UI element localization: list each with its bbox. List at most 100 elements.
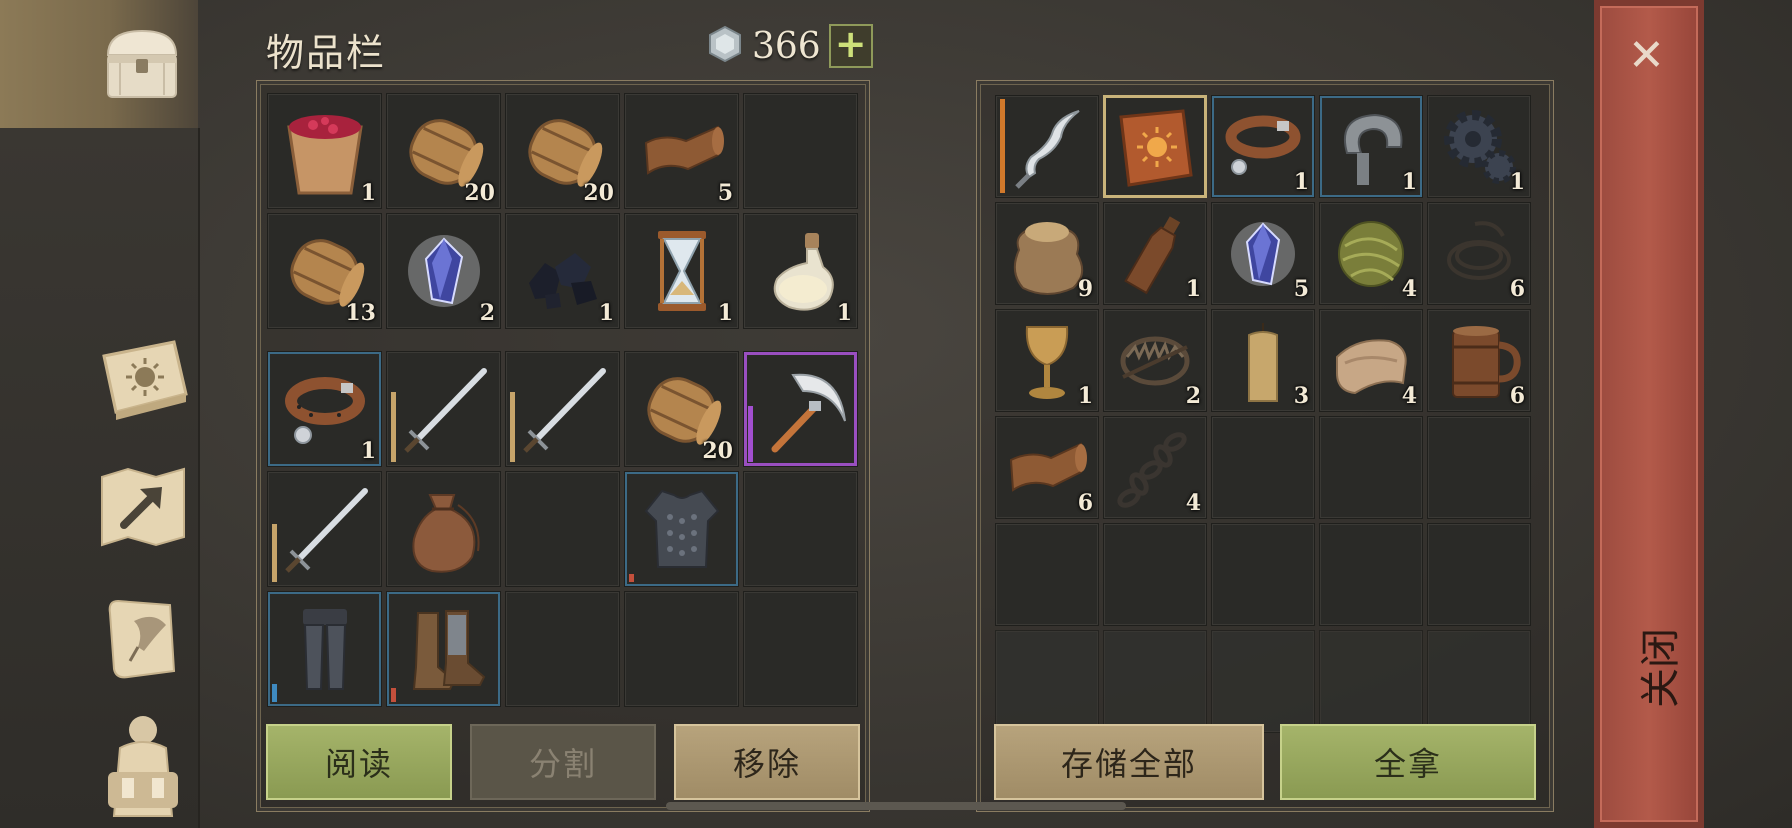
item-count: 1 xyxy=(1185,276,1201,302)
equipment-slot[interactable] xyxy=(267,591,382,707)
currency-display: 366 + xyxy=(706,24,873,68)
inventory-slot-empty[interactable] xyxy=(505,471,620,587)
item-count: 2 xyxy=(1185,383,1201,409)
equipment-slot[interactable] xyxy=(267,471,382,587)
container-slot[interactable] xyxy=(995,95,1099,198)
gem-coin-icon xyxy=(706,25,744,67)
item-count: 1 xyxy=(360,180,376,206)
currency-value: 366 xyxy=(752,25,821,67)
inventory-slot[interactable] xyxy=(386,471,501,587)
durability-bar xyxy=(1000,99,1005,193)
container-slot-empty[interactable] xyxy=(1319,416,1423,519)
container-slot[interactable]: 2 xyxy=(1103,309,1207,412)
add-currency-button[interactable]: + xyxy=(828,24,873,68)
item-count: 6 xyxy=(1077,490,1093,516)
container-slot-empty[interactable] xyxy=(1427,416,1531,519)
item-count: 1 xyxy=(1293,169,1309,195)
item-count: 1 xyxy=(717,300,733,326)
container-slot[interactable]: 4 xyxy=(1319,202,1423,305)
equipment-slot[interactable]: 1 xyxy=(267,351,382,467)
close-icon[interactable]: ✕ xyxy=(1628,30,1665,81)
item-count: 1 xyxy=(360,438,376,464)
item-count: 1 xyxy=(1401,169,1417,195)
close-label[interactable]: 关闭 xyxy=(1628,608,1686,708)
container-slot-empty[interactable] xyxy=(1211,630,1315,733)
potion-icon xyxy=(753,223,849,319)
container-grid: 1 1 1 9 1 5 4 6 1 2 3 4 6 6 4 xyxy=(995,95,1531,733)
remove-button[interactable]: 移除 xyxy=(674,724,860,800)
container-slot[interactable]: 6 xyxy=(995,416,1099,519)
item-count: 20 xyxy=(702,438,733,464)
inventory-slot[interactable]: 13 xyxy=(267,213,382,329)
container-slot[interactable]: 6 xyxy=(1427,309,1531,412)
container-slot[interactable]: 1 xyxy=(1211,95,1315,198)
equipment-slot[interactable] xyxy=(505,351,620,467)
equipment-slot[interactable] xyxy=(386,591,501,707)
inventory-slot[interactable]: 20 xyxy=(505,93,620,209)
container-slot-empty[interactable] xyxy=(1319,630,1423,733)
crystal-icon xyxy=(396,223,492,319)
collar-icon xyxy=(277,361,373,457)
inventory-slot-empty[interactable] xyxy=(505,591,620,707)
item-count: 9 xyxy=(1077,276,1093,302)
sun-book-icon xyxy=(1111,103,1199,191)
item-count: 2 xyxy=(479,300,495,326)
container-slot[interactable]: 4 xyxy=(1319,309,1423,412)
container-slot[interactable]: 1 xyxy=(1103,202,1207,305)
container-slot-empty[interactable] xyxy=(1427,523,1531,626)
leather-scroll-icon xyxy=(634,103,730,199)
container-slot[interactable]: 5 xyxy=(1211,202,1315,305)
inventory-slot[interactable]: 1 xyxy=(624,213,739,329)
inventory-slot[interactable]: 20 xyxy=(624,351,739,467)
durability-bar xyxy=(272,524,277,582)
inventory-slot-empty[interactable] xyxy=(743,591,858,707)
sun-book-icon[interactable] xyxy=(94,334,190,424)
item-count: 4 xyxy=(1185,490,1201,516)
inventory-slot-empty[interactable] xyxy=(743,471,858,587)
item-count: 3 xyxy=(1293,383,1309,409)
inventory-slot[interactable]: 1 xyxy=(267,93,382,209)
backpack-icon[interactable] xyxy=(98,708,188,820)
container-slot-empty[interactable] xyxy=(1427,630,1531,733)
container-slot[interactable]: 6 xyxy=(1427,202,1531,305)
inventory-slot-empty[interactable] xyxy=(743,93,858,209)
inventory-slot[interactable]: 2 xyxy=(386,213,501,329)
inventory-bottom-grid: 1 20 xyxy=(267,351,858,707)
container-slot-empty[interactable] xyxy=(1103,630,1207,733)
inventory-slot-empty[interactable] xyxy=(624,591,739,707)
equipment-slot[interactable] xyxy=(743,351,858,467)
berry-bucket-icon xyxy=(277,103,373,199)
sword-icon xyxy=(396,361,492,457)
map-arrow-icon[interactable] xyxy=(98,462,188,552)
inventory-slot[interactable]: 20 xyxy=(386,93,501,209)
read-button[interactable]: 阅读 xyxy=(266,724,452,800)
inventory-slot[interactable]: 1 xyxy=(505,213,620,329)
item-count: 6 xyxy=(1509,276,1525,302)
scythe-icon xyxy=(753,361,849,457)
container-slot-empty[interactable] xyxy=(1103,523,1207,626)
split-button[interactable]: 分割 xyxy=(470,724,656,800)
container-slot[interactable]: 1 xyxy=(1427,95,1531,198)
inventory-slot[interactable]: 1 xyxy=(743,213,858,329)
item-count: 20 xyxy=(464,180,495,206)
container-slot-empty[interactable] xyxy=(995,630,1099,733)
item-count: 5 xyxy=(1293,276,1309,302)
container-slot[interactable]: 1 xyxy=(995,309,1099,412)
quill-scroll-icon[interactable] xyxy=(102,590,186,682)
container-slot-empty[interactable] xyxy=(1211,416,1315,519)
container-slot[interactable]: 1 xyxy=(1319,95,1423,198)
container-slot-selected[interactable] xyxy=(1103,95,1207,198)
curved-dagger-icon xyxy=(1003,103,1091,191)
container-slot[interactable]: 4 xyxy=(1103,416,1207,519)
container-slot-empty[interactable] xyxy=(1211,523,1315,626)
take-all-button[interactable]: 全拿 xyxy=(1280,724,1536,800)
equipment-slot[interactable] xyxy=(624,471,739,587)
equipment-slot[interactable] xyxy=(386,351,501,467)
container-slot-empty[interactable] xyxy=(1319,523,1423,626)
inventory-slot[interactable]: 5 xyxy=(624,93,739,209)
container-slot[interactable]: 3 xyxy=(1211,309,1315,412)
container-slot-empty[interactable] xyxy=(995,523,1099,626)
store-all-button[interactable]: 存储全部 xyxy=(994,724,1264,800)
chest-icon[interactable] xyxy=(100,22,184,106)
container-slot[interactable]: 9 xyxy=(995,202,1099,305)
